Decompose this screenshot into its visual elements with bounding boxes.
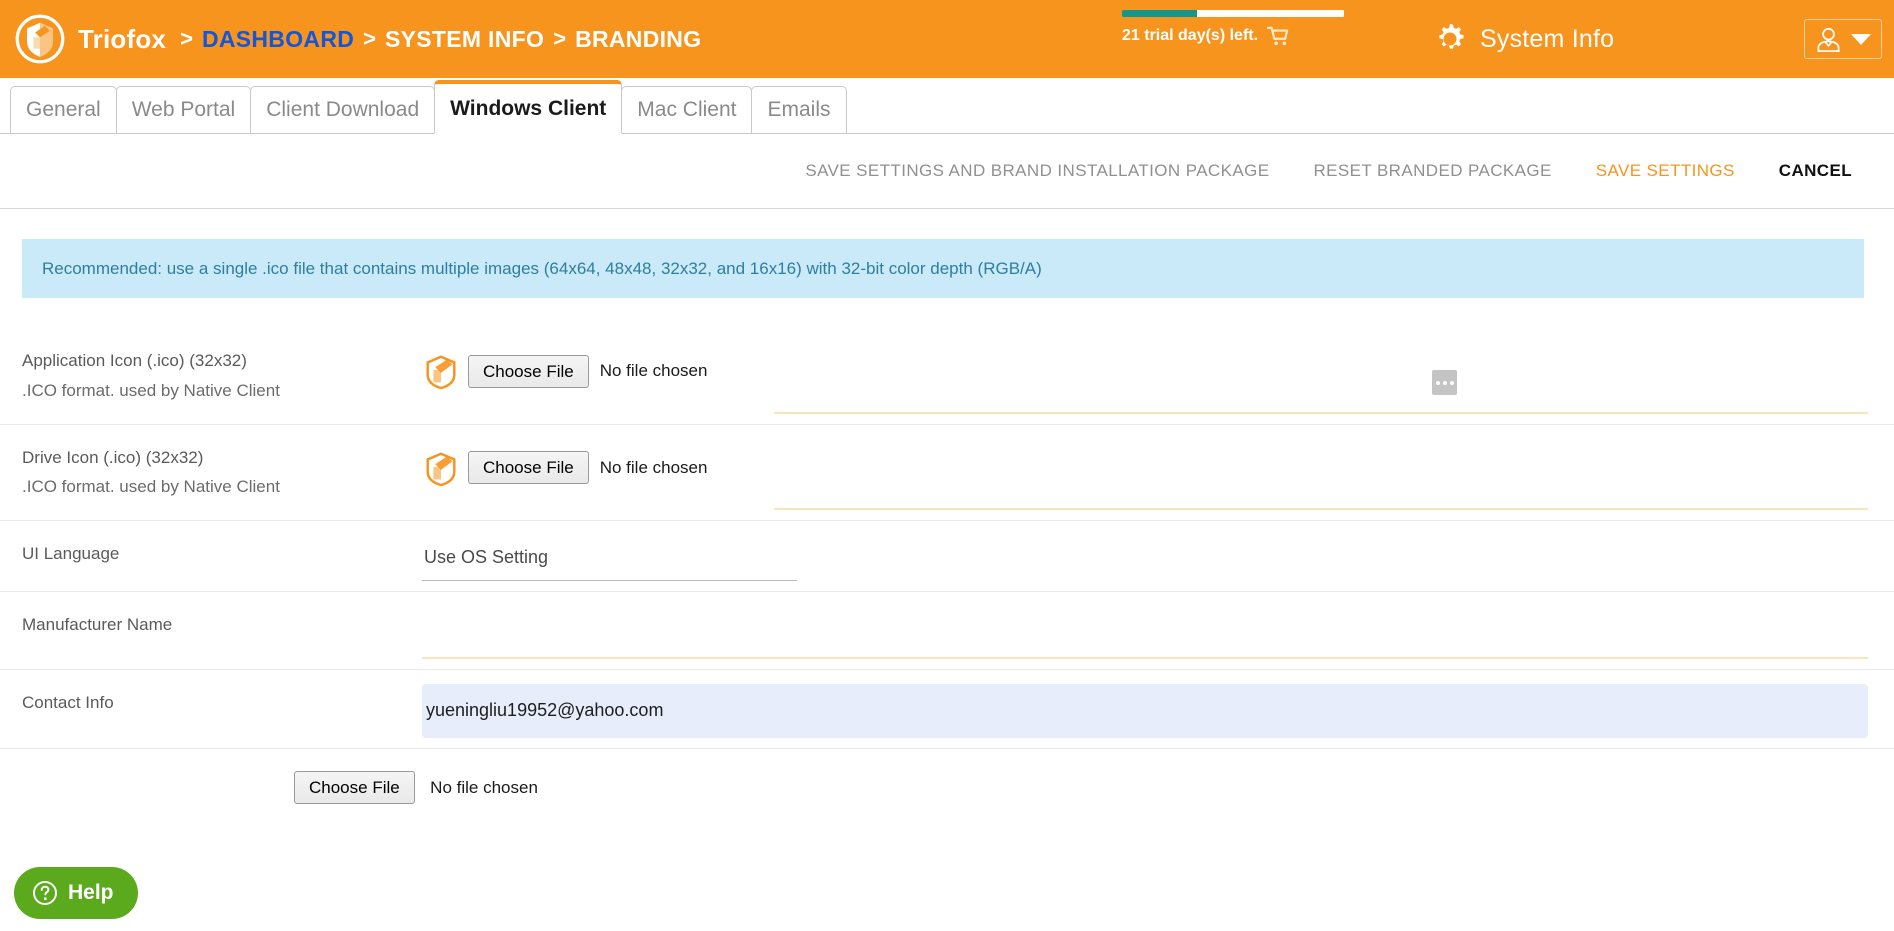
help-button[interactable]: Help — [14, 867, 138, 919]
manufacturer-name-input[interactable] — [422, 622, 1868, 659]
reset-branded-package-button[interactable]: RESET BRANDED PACKAGE — [1291, 161, 1573, 181]
branding-tabs: General Web Portal Client Download Windo… — [0, 78, 1894, 134]
save-settings-and-brand-package-button[interactable]: SAVE SETTINGS AND BRAND INSTALLATION PAC… — [783, 161, 1291, 181]
chevron-down-icon — [1851, 34, 1871, 45]
tab-general[interactable]: General — [10, 86, 117, 133]
application-icon-more-options-button[interactable] — [1432, 370, 1457, 395]
tab-web-portal[interactable]: Web Portal — [115, 86, 252, 133]
form-value-cell: Use OS Setting — [422, 521, 1868, 591]
drive-icon-file-status: No file chosen — [599, 457, 708, 477]
application-icon-choose-file-button[interactable]: Choose File — [468, 354, 589, 388]
manufacturer-name-label: Manufacturer Name — [22, 615, 173, 634]
form-row-manufacturer-name: Manufacturer Name — [0, 591, 1894, 669]
dot-2 — [1442, 380, 1447, 385]
help-label: Help — [68, 881, 114, 904]
system-info-label: System Info — [1480, 24, 1615, 53]
tab-mac-client[interactable]: Mac Client — [621, 86, 753, 133]
triofox-shield-icon — [426, 451, 456, 486]
form-value-cell: Choose File No file chosen — [422, 328, 1868, 424]
form-label-cell: Manufacturer Name — [22, 592, 422, 669]
form-value-cell: Choose File No file chosen — [422, 425, 1868, 521]
breadcrumb-item-branding: BRANDING — [575, 25, 702, 52]
user-avatar-icon — [1817, 27, 1840, 52]
ui-language-label: UI Language — [22, 544, 120, 563]
breadcrumb-separator-1: > — [180, 26, 193, 51]
gear-icon — [1439, 23, 1464, 49]
contact-info-label: Contact Info — [22, 693, 114, 712]
trial-status: 21 trial day(s) left. — [1122, 10, 1352, 46]
user-menu-button[interactable] — [1804, 19, 1882, 59]
branding-form: Application Icon (.ico) (32x32) .ICO for… — [0, 328, 1894, 808]
breadcrumb-item-system-info[interactable]: SYSTEM INFO — [385, 26, 544, 53]
triofox-shield-globe-icon — [15, 14, 65, 64]
top-header-bar: Triofox > DASHBOARD > SYSTEM INFO > BRAN… — [0, 0, 1894, 78]
form-value-cell — [422, 592, 1868, 669]
drive-icon-sublabel: .ICO format. used by Native Client — [22, 477, 280, 497]
shopping-cart-icon[interactable] — [1267, 26, 1289, 46]
trial-progress-fill — [1122, 10, 1198, 17]
application-icon-file-status: No file chosen — [599, 361, 708, 380]
application-icon-field-underline — [774, 411, 1868, 414]
drive-icon-label: Drive Icon (.ico) (32x32) — [22, 447, 204, 467]
question-mark-circle-icon — [33, 881, 57, 905]
form-label-cell: Application Icon (.ico) (32x32) .ICO for… — [22, 328, 422, 424]
brand-name: Triofox — [78, 23, 167, 54]
form-label-cell: Drive Icon (.ico) (32x32) .ICO format. u… — [22, 425, 422, 521]
triofox-shield-icon — [426, 355, 456, 390]
bottom-file-status: No file chosen — [430, 778, 538, 797]
form-row-drive-icon: Drive Icon (.ico) (32x32) .ICO format. u… — [0, 423, 1894, 521]
form-label-cell: Contact Info — [22, 670, 422, 748]
branding-content: Recommended: use a single .ico file that… — [0, 209, 1894, 808]
tab-client-download[interactable]: Client Download — [250, 86, 436, 133]
recommendation-banner: Recommended: use a single .ico file that… — [22, 239, 1864, 298]
tab-emails[interactable]: Emails — [751, 86, 847, 133]
dot-1 — [1435, 380, 1440, 385]
action-toolbar: SAVE SETTINGS AND BRAND INSTALLATION PAC… — [0, 134, 1894, 209]
contact-info-input[interactable] — [422, 684, 1868, 738]
cancel-button[interactable]: CANCEL — [1757, 161, 1852, 181]
trial-progress-bar — [1122, 10, 1344, 17]
form-row-application-icon: Application Icon (.ico) (32x32) .ICO for… — [0, 328, 1894, 424]
form-value-cell — [422, 670, 1868, 748]
breadcrumb-separator-3: > — [553, 26, 567, 51]
save-settings-button[interactable]: SAVE SETTINGS — [1574, 161, 1757, 181]
form-label-cell: UI Language — [22, 521, 422, 591]
tab-windows-client[interactable]: Windows Client — [434, 80, 623, 133]
breadcrumb-item-dashboard[interactable]: DASHBOARD — [202, 26, 354, 53]
bottom-choose-file-button[interactable]: Choose File — [294, 771, 415, 804]
breadcrumb-separator-2: > — [363, 26, 376, 51]
application-icon-sublabel: .ICO format. used by Native Client — [22, 380, 280, 400]
application-icon-label: Application Icon (.ico) (32x32) — [22, 351, 247, 370]
form-row-ui-language: UI Language Use OS Setting — [0, 520, 1894, 591]
form-row-bottom-file: Choose File No file chosen — [0, 748, 1894, 808]
drive-icon-choose-file-button[interactable]: Choose File — [468, 451, 589, 484]
dot-3 — [1449, 380, 1454, 385]
system-info-nav[interactable]: System Info — [1432, 21, 1614, 57]
trial-days-label: 21 trial day(s) left. — [1122, 27, 1259, 44]
ui-language-select[interactable]: Use OS Setting — [422, 541, 797, 581]
form-row-contact-info: Contact Info — [0, 669, 1894, 748]
breadcrumb: > DASHBOARD > SYSTEM INFO > BRANDING — [180, 26, 701, 53]
bottom-file-cell: Choose File No file chosen — [22, 749, 538, 808]
drive-icon-field-underline — [774, 508, 1868, 510]
